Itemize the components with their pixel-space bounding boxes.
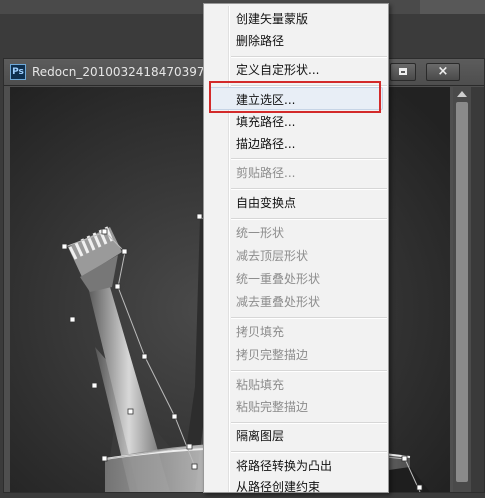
photoshop-icon: Ps xyxy=(10,64,26,80)
menu-separator xyxy=(231,370,387,372)
menu-icon-gutter xyxy=(228,6,230,492)
panel-tab[interactable] xyxy=(420,0,485,14)
menu-separator xyxy=(231,56,387,58)
vertical-scrollbar[interactable] xyxy=(453,87,471,492)
menu-separator xyxy=(231,158,387,160)
menu-item-unite-shapes: 统一形状 xyxy=(236,226,285,240)
menu-separator xyxy=(231,218,387,220)
scroll-thumb[interactable] xyxy=(456,102,468,482)
menu-item-clipping-path: 剪贴路径... xyxy=(236,166,296,180)
menu-item-copy-fill: 拷贝填充 xyxy=(236,325,285,339)
menu-item-paste-fill: 粘贴填充 xyxy=(236,378,285,392)
menu-item-create-vector-mask[interactable]: 创建矢量蒙版 xyxy=(236,8,386,30)
side-panel-edge xyxy=(471,87,484,492)
annotation-highlight-box xyxy=(209,81,381,113)
menu-item-copy-complete-stroke: 拷贝完整描边 xyxy=(236,348,309,362)
menu-item-delete-path[interactable]: 删除路径 xyxy=(236,30,386,52)
menu-item-free-transform-points[interactable]: 自由变换点 xyxy=(236,192,386,214)
menu-item-create-constraints-from-path[interactable]: 从路径创建约束 xyxy=(236,476,386,498)
menu-item-unite-overlapping-shapes: 统一重叠处形状 xyxy=(236,272,321,286)
close-icon: × xyxy=(437,64,449,79)
menu-item-subtract-overlapping-shapes: 减去重叠处形状 xyxy=(236,295,321,309)
close-button[interactable]: × xyxy=(426,63,460,81)
menu-item-paste-complete-stroke: 粘贴完整描边 xyxy=(236,400,309,414)
menu-item-define-custom-shape[interactable]: 定义自定形状... xyxy=(236,59,386,81)
document-title: Redocn_2010032418470397.jpg xyxy=(32,65,227,79)
menu-item-subtract-front-shape: 减去顶层形状 xyxy=(236,249,309,263)
menu-item-convert-path-to-extrusion[interactable]: 将路径转换为凸出 xyxy=(236,455,386,477)
path-context-menu: 创建矢量蒙版 删除路径 定义自定形状... 建立选区... 填充路径... 描边… xyxy=(203,3,389,494)
menu-separator xyxy=(231,451,387,453)
menu-separator xyxy=(231,188,387,190)
menu-item-isolate-layers[interactable]: 隔离图层 xyxy=(236,425,386,447)
menu-item-fill-path[interactable]: 填充路径... xyxy=(236,111,386,133)
menu-separator xyxy=(231,422,387,424)
menu-separator xyxy=(231,317,387,319)
maximize-button[interactable] xyxy=(390,63,416,81)
menu-item-stroke-path[interactable]: 描边路径... xyxy=(236,133,386,155)
scroll-up-icon[interactable] xyxy=(457,91,467,97)
